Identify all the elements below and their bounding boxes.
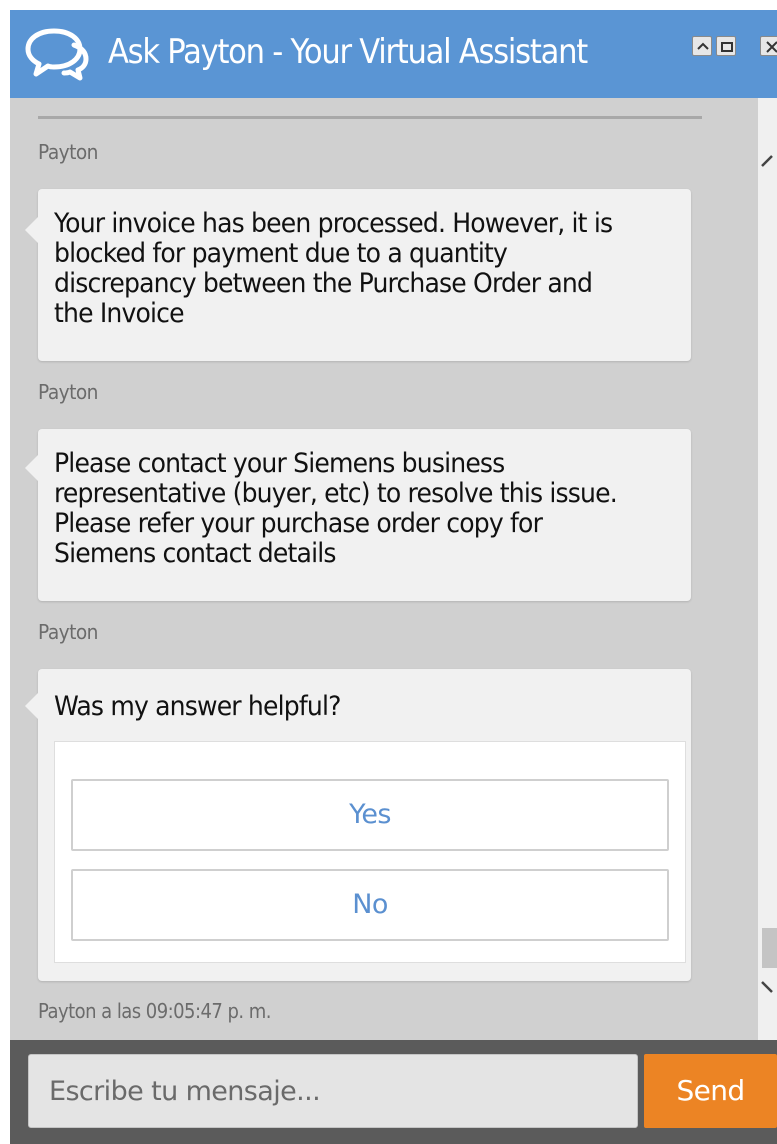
message-bubble: Please contact your Siemens business rep…: [25, 429, 691, 601]
close-icon: [766, 41, 777, 53]
message-list[interactable]: Payton Your invoice has been processed. …: [10, 98, 758, 1040]
feedback-options: Yes No: [54, 741, 686, 963]
bubble-tail: [25, 217, 38, 243]
maximize-icon: [721, 42, 733, 52]
minimize-icon: [697, 42, 709, 50]
title-bar: Ask Payton - Your Virtual Assistant: [10, 10, 777, 98]
chat-window: Ask Payton - Your Virtual Assistant Payt…: [10, 10, 777, 1144]
message-text: Your invoice has been processed. However…: [54, 208, 613, 329]
bubble-tail: [25, 693, 38, 719]
scrollbar[interactable]: [758, 98, 777, 1040]
close-button[interactable]: [760, 36, 777, 56]
message-sender: Payton: [38, 620, 98, 644]
minimize-button[interactable]: [692, 36, 712, 56]
message-input[interactable]: [28, 1054, 638, 1128]
message-timestamp: Payton a las 09:05:47 p. m.: [38, 999, 271, 1023]
message-bubble: Your invoice has been processed. However…: [25, 189, 691, 361]
bubble-tail: [25, 455, 38, 481]
scroll-down-icon[interactable]: [758, 974, 777, 998]
maximize-button[interactable]: [716, 36, 736, 56]
message-sender: Payton: [38, 140, 98, 164]
scroll-thumb[interactable]: [762, 928, 777, 968]
window-title: Ask Payton - Your Virtual Assistant: [108, 32, 588, 72]
message-text: Please contact your Siemens business rep…: [54, 448, 618, 569]
scroll-up-icon[interactable]: [758, 150, 777, 174]
yes-button[interactable]: Yes: [71, 779, 669, 851]
feedback-bubble: Was my answer helpful? Yes No: [25, 669, 691, 981]
feedback-question: Was my answer helpful?: [54, 691, 341, 722]
divider: [38, 116, 702, 119]
chat-bubbles-icon: [25, 28, 89, 81]
composer-bar: Send: [10, 1040, 777, 1144]
send-button[interactable]: Send: [644, 1054, 777, 1128]
message-sender: Payton: [38, 380, 98, 404]
no-button[interactable]: No: [71, 869, 669, 941]
